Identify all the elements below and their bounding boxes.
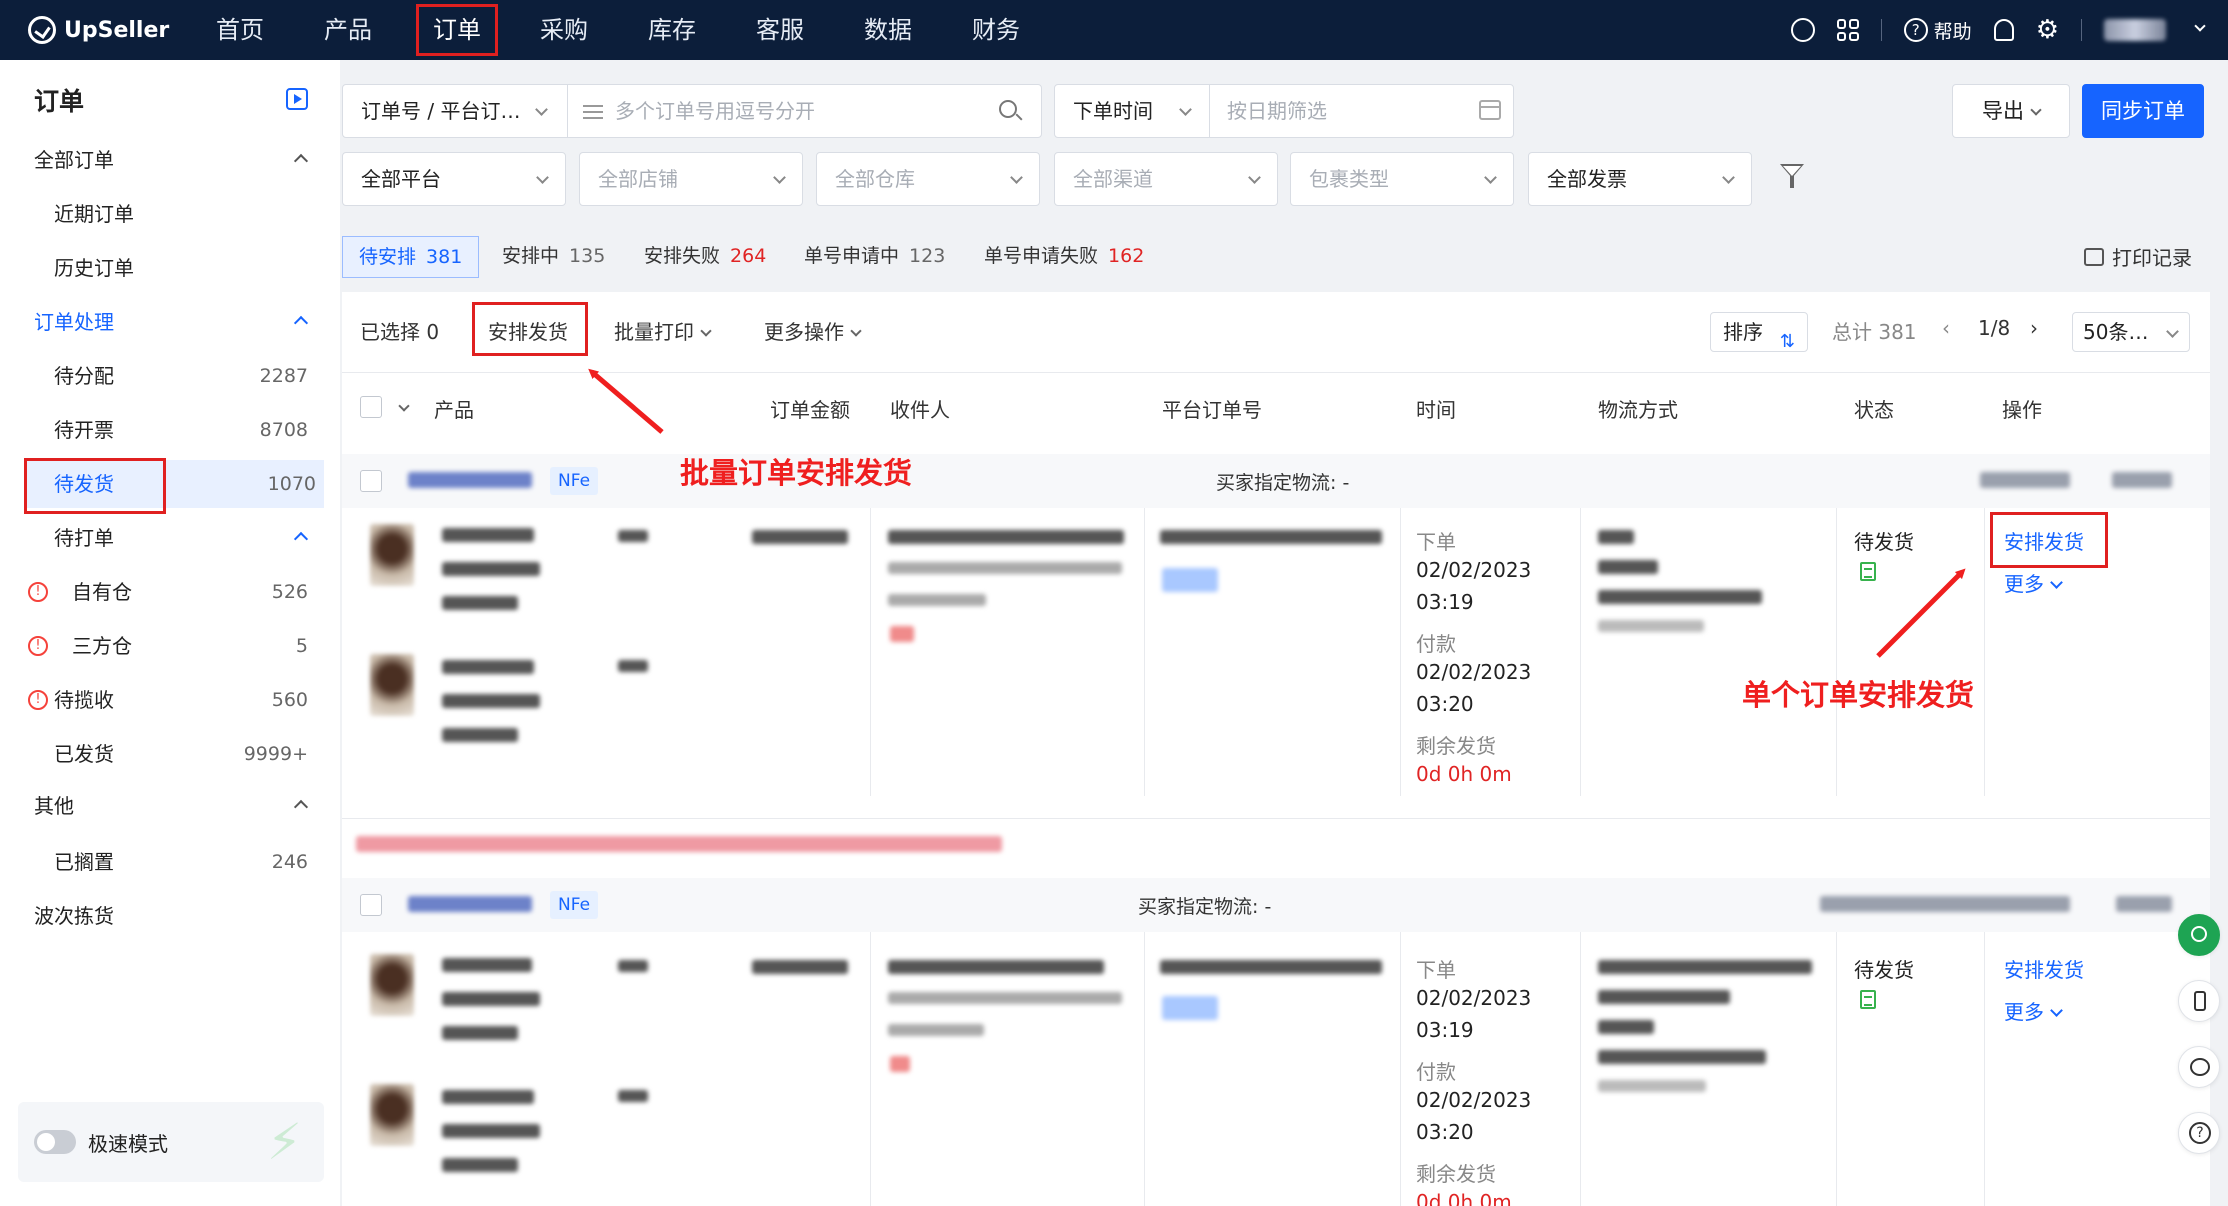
sidebar-item-to-collect[interactable]: ! 待揽收 560 <box>0 676 340 724</box>
globe-icon[interactable] <box>1790 18 1815 42</box>
mobile-float-button[interactable] <box>2178 980 2220 1022</box>
nav-inventory[interactable]: 库存 <box>642 0 702 60</box>
date-filter-group: 下单时间 按日期筛选 <box>1054 84 1514 138</box>
tab-arranging[interactable]: 安排中 135 <box>502 236 605 278</box>
nav-products[interactable]: 产品 <box>318 0 378 60</box>
nav-divider <box>2081 19 2082 41</box>
sidebar-item-to-assign[interactable]: 待分配 2287 <box>0 352 340 400</box>
tab-tracking-failed[interactable]: 单号申请失败 162 <box>984 236 1144 278</box>
chevron-down-icon <box>535 103 548 116</box>
batch-arrow <box>588 368 664 434</box>
nav-data[interactable]: 数据 <box>858 0 918 60</box>
bell-icon[interactable] <box>1993 19 2014 41</box>
printer-icon <box>2084 247 2104 266</box>
warning-icon: ! <box>28 690 48 710</box>
warning-icon: ! <box>28 582 48 602</box>
package-type-select[interactable]: 包裹类型 <box>1290 152 1514 206</box>
sidebar: 订单 全部订单 近期订单 历史订单 订单处理 待分配 2287 待开票 8708… <box>0 60 340 1206</box>
chevron-down-icon <box>773 171 786 184</box>
speed-mode-toggle[interactable] <box>34 1130 76 1154</box>
order-number-input[interactable]: 多个订单号用逗号分开 <box>615 85 815 137</box>
help-button[interactable]: ? 帮助 <box>1903 17 1972 44</box>
store-select[interactable]: 全部店铺 <box>579 152 803 206</box>
sidebar-item-third-warehouse[interactable]: ! 三方仓 5 <box>0 622 340 670</box>
chevron-up-icon <box>293 153 309 169</box>
nav-purchase[interactable]: 采购 <box>534 0 594 60</box>
sidebar-item-all-orders[interactable]: 全部订单 <box>0 136 340 184</box>
nav-customer-service[interactable]: 客服 <box>750 0 810 60</box>
order-search-group: 订单号 / 平台订… 多个订单号用逗号分开 <box>342 84 1042 138</box>
filter-icon[interactable] <box>1780 164 1804 188</box>
search-float-button[interactable] <box>2178 914 2220 956</box>
annotation-arrows <box>588 368 1966 658</box>
lightning-icon: ⚡ <box>266 1113 302 1171</box>
chevron-down-icon <box>1484 171 1497 184</box>
tab-pending-arrange[interactable]: 待安排 381 <box>342 236 480 278</box>
calendar-icon[interactable] <box>1479 100 1501 120</box>
order-number-select[interactable]: 订单号 / 平台订… <box>361 99 520 123</box>
platform-select[interactable]: 全部平台 <box>342 152 566 206</box>
date-input[interactable]: 按日期筛选 <box>1227 85 1327 137</box>
chevron-down-icon <box>1722 171 1735 184</box>
sidebar-item-recent-orders[interactable]: 近期订单 <box>0 190 340 238</box>
highlight-box <box>24 458 166 514</box>
orders-panel: 已选择 0 安排发货 批量打印 更多操作 排序 ⇅ 总计 381 ‹ 1/8 ›… <box>342 292 2210 1206</box>
sidebar-item-on-hold[interactable]: 已搁置 246 <box>0 838 340 886</box>
invoice-select[interactable]: 全部发票 <box>1528 152 1752 206</box>
field-divider <box>567 85 568 137</box>
time-type-select[interactable]: 下单时间 <box>1073 99 1153 123</box>
nav-finance[interactable]: 财务 <box>966 0 1026 60</box>
search-icon[interactable] <box>999 100 1017 118</box>
search-icon <box>2191 926 2207 942</box>
sidebar-title: 订单 <box>34 87 85 116</box>
list-icon <box>583 105 603 119</box>
chat-icon <box>2190 1058 2210 1076</box>
sidebar-item-shipped[interactable]: 已发货 9999+ <box>0 730 340 778</box>
single-arrow <box>1876 568 1966 658</box>
sync-orders-button[interactable]: 同步订单 <box>2082 84 2204 138</box>
sidebar-item-wave-picking[interactable]: 波次拣货 <box>0 892 340 940</box>
tab-tracking-applying[interactable]: 单号申请中 123 <box>804 236 945 278</box>
nav-home[interactable]: 首页 <box>210 0 270 60</box>
chevron-down-icon <box>1248 171 1261 184</box>
question-icon: ? <box>1903 18 1928 42</box>
warehouse-select[interactable]: 全部仓库 <box>816 152 1040 206</box>
chevron-down-icon <box>536 171 549 184</box>
chat-float-button[interactable] <box>2178 1046 2220 1088</box>
chevron-up-icon <box>293 799 309 815</box>
upseller-logo[interactable]: UpSeller <box>28 0 169 60</box>
help-float-button[interactable]: ? <box>2178 1112 2220 1154</box>
sidebar-item-order-processing[interactable]: 订单处理 <box>0 298 340 346</box>
collapse-sidebar-icon[interactable] <box>286 88 308 110</box>
sidebar-item-to-invoice[interactable]: 待开票 8708 <box>0 406 340 454</box>
speed-mode-label: 极速模式 <box>88 1132 168 1156</box>
print-record-button[interactable]: 打印记录 <box>2084 242 2192 271</box>
nav-orders[interactable]: 订单 <box>416 4 498 56</box>
chevron-down-icon[interactable] <box>2194 20 2206 32</box>
logo-icon <box>28 16 56 44</box>
top-nav: UpSeller 首页 产品 订单 采购 库存 客服 数据 财务 ? 帮助 ⚙ <box>0 0 2228 60</box>
speed-mode-panel: 极速模式 ⚡ <box>18 1102 324 1182</box>
apps-grid-icon[interactable] <box>1836 19 1859 41</box>
chevron-up-icon <box>293 531 309 547</box>
chevron-down-icon <box>1010 171 1023 184</box>
warning-icon: ! <box>28 636 48 656</box>
export-button[interactable]: 导出 <box>1952 84 2070 138</box>
chevron-up-icon <box>293 315 309 331</box>
chevron-down-icon <box>1179 103 1192 116</box>
channel-select[interactable]: 全部渠道 <box>1054 152 1278 206</box>
sidebar-item-other[interactable]: 其他 <box>0 782 340 830</box>
gear-icon[interactable]: ⚙ <box>2036 17 2059 43</box>
nav-right-tools: ? 帮助 ⚙ <box>1790 0 2206 60</box>
tab-arrange-failed[interactable]: 安排失败 264 <box>644 236 766 278</box>
sidebar-item-own-warehouse[interactable]: ! 自有仓 526 <box>0 568 340 616</box>
sidebar-item-to-print[interactable]: 待打单 <box>0 514 340 562</box>
question-icon: ? <box>2189 1122 2211 1144</box>
account-avatar[interactable] <box>2104 19 2166 41</box>
nav-divider <box>1880 19 1882 41</box>
chevron-down-icon <box>2030 104 2042 116</box>
phone-icon <box>2194 991 2206 1011</box>
sidebar-item-history-orders[interactable]: 历史订单 <box>0 244 340 292</box>
field-divider <box>1209 85 1210 137</box>
